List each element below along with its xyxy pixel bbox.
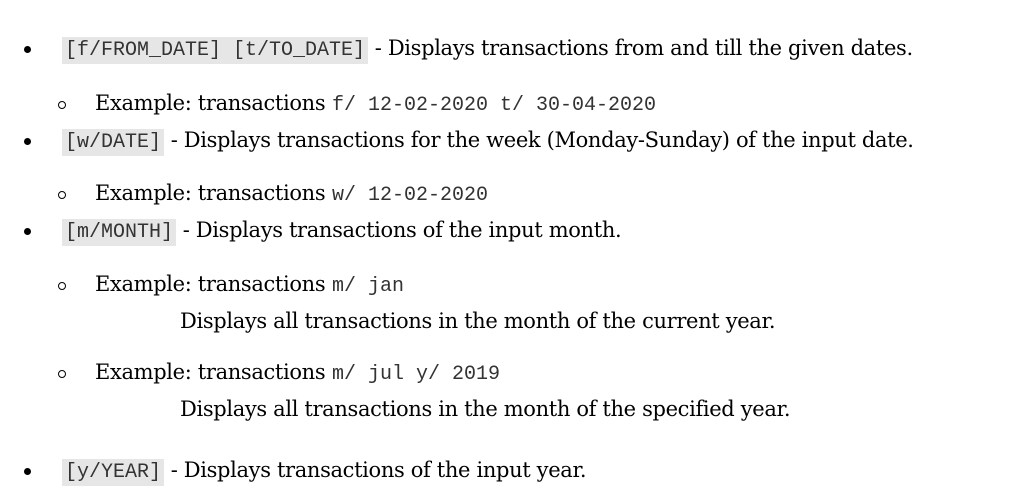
sub-bullet-icon bbox=[58, 178, 68, 208]
from-to-syntax: [f/FROM_DATE] [t/TO_DATE] bbox=[62, 37, 369, 64]
example-note-text: Displays all transactions in the month o… bbox=[180, 397, 791, 421]
example-command: m/ jan bbox=[331, 275, 404, 298]
bullet-icon bbox=[24, 215, 34, 245]
bullet-icon bbox=[24, 33, 34, 63]
example-label: Example: transactions bbox=[95, 272, 326, 296]
example-command: f/ 12-02-2020 t/ 30-04-2020 bbox=[331, 94, 657, 117]
sub-bullet-icon bbox=[58, 357, 68, 387]
year-description: - Displays transactions of the input yea… bbox=[170, 458, 587, 482]
week-syntax: [w/DATE] bbox=[62, 129, 165, 156]
example-command: m/ jul y/ 2019 bbox=[331, 363, 500, 386]
week-description: - Displays transactions for the week (Mo… bbox=[170, 128, 914, 152]
sub-bullet-icon bbox=[58, 269, 68, 299]
bullet-icon bbox=[24, 455, 34, 485]
month-description: - Displays transactions of the input mon… bbox=[182, 218, 622, 242]
document-page: [f/FROM_DATE] [t/TO_DATE] - Displays tra… bbox=[0, 0, 1034, 500]
example-label: Example: transactions bbox=[95, 91, 326, 115]
year-syntax: [y/YEAR] bbox=[62, 459, 165, 486]
from-to-description: - Displays transactions from and till th… bbox=[374, 36, 913, 60]
sub-bullet-icon bbox=[58, 88, 68, 118]
month-syntax: [m/MONTH] bbox=[62, 219, 177, 246]
example-note-text: Displays all transactions in the month o… bbox=[180, 309, 776, 333]
example-label: Example: transactions bbox=[95, 181, 326, 205]
bullet-icon bbox=[24, 125, 34, 155]
example-command: w/ 12-02-2020 bbox=[331, 184, 488, 207]
example-label: Example: transactions bbox=[95, 360, 326, 384]
